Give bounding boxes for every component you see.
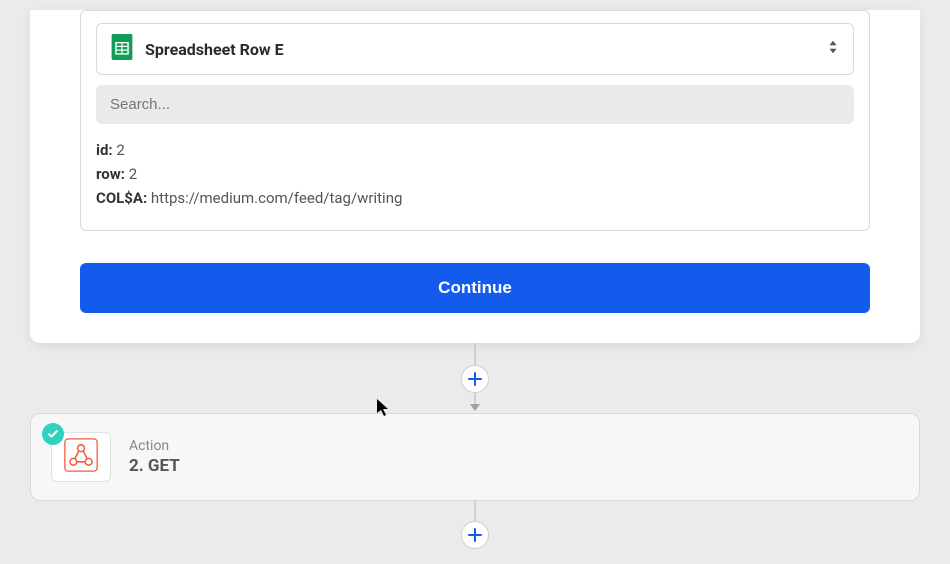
- detail-cola: COL$A: https://medium.com/feed/tag/writi…: [96, 186, 854, 210]
- action-title: 2. GET: [129, 456, 180, 476]
- connector-line: [474, 343, 476, 365]
- spreadsheet-row-dropdown[interactable]: Spreadsheet Row E: [96, 23, 854, 75]
- action-step-text: Action 2. GET: [129, 438, 180, 476]
- add-step-button[interactable]: [461, 521, 489, 549]
- action-icon-container: [51, 432, 111, 482]
- connector-arrow-icon: [474, 393, 476, 405]
- detail-id-value: 2: [116, 141, 124, 159]
- connector-top: [0, 343, 950, 413]
- detail-row-label: row:: [96, 165, 125, 183]
- google-sheets-icon: [111, 34, 133, 64]
- search-input[interactable]: [96, 85, 854, 124]
- connector-line: [474, 501, 476, 521]
- spreadsheet-row-label: Spreadsheet Row E: [145, 40, 284, 59]
- connector-bottom: [0, 501, 950, 561]
- detail-id-label: id:: [96, 141, 113, 159]
- detail-id: id: 2: [96, 138, 854, 162]
- action-label: Action: [129, 438, 180, 454]
- row-selector-panel: Spreadsheet Row E id: 2 row: 2 COL$A: h: [80, 10, 870, 231]
- detail-cola-value: https://medium.com/feed/tag/writing: [151, 189, 403, 207]
- action-step-card[interactable]: Action 2. GET: [30, 413, 920, 501]
- sort-caret-icon: [827, 39, 839, 59]
- row-details: id: 2 row: 2 COL$A: https://medium.com/f…: [96, 138, 854, 210]
- trigger-card: Spreadsheet Row E id: 2 row: 2 COL$A: h: [30, 10, 920, 343]
- detail-cola-label: COL$A:: [96, 189, 147, 207]
- add-step-button[interactable]: [461, 365, 489, 393]
- detail-row: row: 2: [96, 162, 854, 186]
- status-check-icon: [42, 423, 64, 445]
- continue-button[interactable]: Continue: [80, 263, 870, 313]
- detail-row-value: 2: [129, 165, 137, 183]
- webhook-icon: [64, 438, 98, 476]
